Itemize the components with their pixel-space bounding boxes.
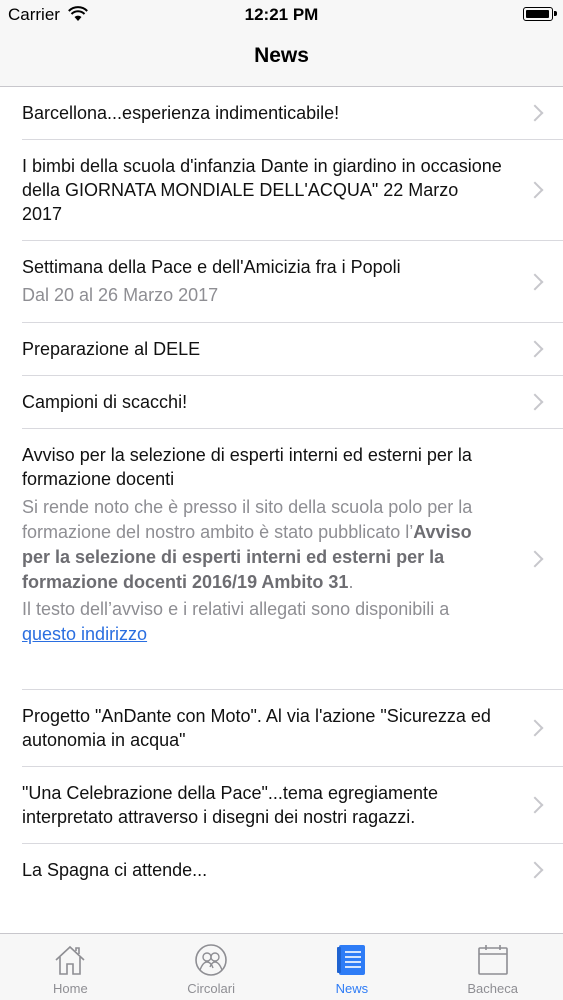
news-list[interactable]: Barcellona...esperienza indimenticabile!… <box>0 87 563 933</box>
news-item-title: Barcellona...esperienza indimenticabile! <box>22 103 340 123</box>
news-item-celebrazione-pace[interactable]: "Una Celebrazione della Pace"...tema egr… <box>22 767 563 844</box>
tab-label: Home <box>53 981 88 996</box>
news-body-after: . <box>348 572 354 592</box>
news-item-title: "Una Celebrazione della Pace"...tema egr… <box>22 783 439 827</box>
news-item-avviso-esperti[interactable]: Avviso per la selezione di esperti inter… <box>22 429 563 690</box>
news-item-title: Progetto "AnDante con Moto". Al via l'az… <box>22 706 491 750</box>
tab-home[interactable]: Home <box>0 934 141 1000</box>
news-item-title: Campioni di scacchi! <box>22 392 188 412</box>
navigation-bar: News <box>0 30 563 87</box>
chevron-right-icon <box>526 861 544 879</box>
tab-circolari[interactable]: Circolari <box>141 934 282 1000</box>
news-item-title: Avviso per la selezione di esperti inter… <box>22 445 472 489</box>
news-body-intro: Si rende noto che è presso il sito della… <box>22 497 473 542</box>
tab-label: News <box>335 981 369 996</box>
chevron-right-icon <box>526 719 544 737</box>
news-item-andante-moto[interactable]: Progetto "AnDante con Moto". Al via l'az… <box>22 690 563 767</box>
chevron-right-icon <box>526 550 544 568</box>
tab-bacheca[interactable]: Bacheca <box>422 934 563 1000</box>
news-item-title: La Spagna ci attende... <box>22 860 208 880</box>
status-bar: Carrier 12:21 PM <box>0 0 563 30</box>
news-item-title: Preparazione al DELE <box>22 339 201 359</box>
tab-news[interactable]: News <box>282 934 423 1000</box>
chevron-right-icon <box>526 340 544 358</box>
battery-icon <box>523 7 557 21</box>
news-item-settimana-pace[interactable]: Settimana della Pace e dell'Amicizia fra… <box>22 241 563 323</box>
news-item-body-more: Il testo dell’avviso e i relativi allega… <box>22 597 503 647</box>
news-body-more-text: Il testo dell’avviso e i relativi allega… <box>22 599 450 619</box>
news-item-barcellona[interactable]: Barcellona...esperienza indimenticabile! <box>22 87 563 140</box>
chevron-right-icon <box>526 273 544 290</box>
home-icon <box>55 945 85 975</box>
news-item-title: Settimana della Pace e dell'Amicizia fra… <box>22 257 401 277</box>
chevron-right-icon <box>526 181 544 199</box>
news-item-dele[interactable]: Preparazione al DELE <box>22 323 563 376</box>
users-icon <box>195 944 227 976</box>
news-body-link[interactable]: questo indirizzo <box>22 624 147 644</box>
news-item-giornata-acqua[interactable]: I bimbi della scuola d'infanzia Dante in… <box>22 140 563 241</box>
page-title: News <box>254 44 309 67</box>
tab-bar: Home Circolari News Bacheca <box>0 933 563 1000</box>
news-item-title: I bimbi della scuola d'infanzia Dante in… <box>22 156 502 224</box>
news-item-body: Si rende noto che è presso il sito della… <box>22 495 503 595</box>
tab-label: Bacheca <box>467 981 518 996</box>
news-item-spagna[interactable]: La Spagna ci attende... <box>22 844 563 896</box>
news-item-scacchi[interactable]: Campioni di scacchi! <box>22 376 563 429</box>
clock: 12:21 PM <box>244 5 319 24</box>
calendar-icon <box>477 945 508 975</box>
tab-label: Circolari <box>187 981 235 996</box>
chevron-right-icon <box>526 393 544 411</box>
chevron-right-icon <box>526 796 544 814</box>
chevron-right-icon <box>526 104 544 122</box>
news-icon <box>336 945 365 975</box>
news-item-subtitle: Dal 20 al 26 Marzo 2017 <box>22 285 219 305</box>
